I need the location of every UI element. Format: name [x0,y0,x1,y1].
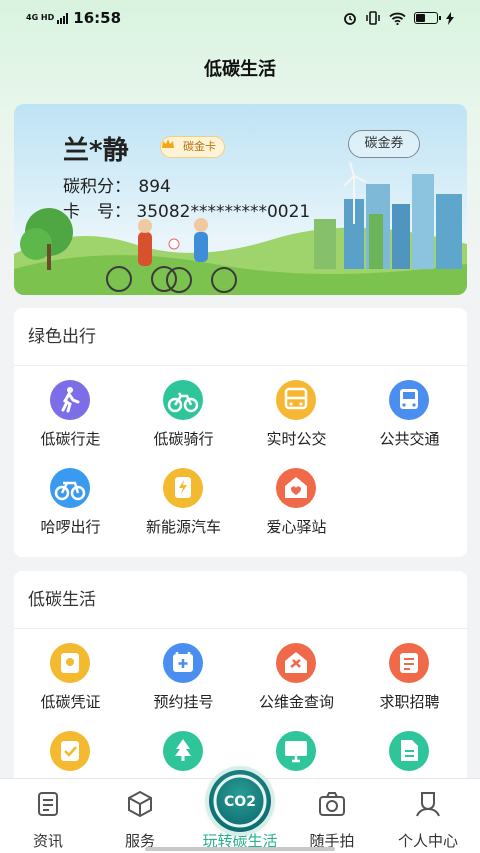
low-carbon-item-label: 公维金查询 [258,693,334,711]
user-name: 兰*静 [63,136,129,166]
vibrate-icon [366,11,380,25]
low-carbon-life-title: 低碳生活 [14,571,467,629]
low-carbon-item-tile[interactable]: 求职招聘 [353,629,466,717]
home-indicator [145,847,335,851]
card-number-value: 35082*********0021 [136,202,311,222]
nav-news-label: 资讯 [32,832,63,850]
cube-icon [128,790,152,818]
green-travel-section: 绿色出行 低碳行走 低碳骑行 实时公交 公共交通哈啰出行 新能源汽车 爱心驿站 [14,308,467,557]
green-travel-item-tile[interactable]: 爱心驿站 [240,454,353,542]
battery-icon [414,12,441,24]
wifi-icon [389,12,406,25]
green-travel-title: 绿色出行 [14,308,467,366]
green-travel-item-tile[interactable]: 新能源汽车 [127,454,240,542]
tree-icon [163,731,203,771]
crown-icon [162,139,174,148]
nav-profile-label: 个人中心 [397,832,458,850]
low-carbon-item-label: 求职招聘 [379,693,440,711]
network-indicator: 4G HD [26,13,55,22]
points-label: 碳积分： [63,177,131,197]
co2-button[interactable]: CO2 [209,770,271,832]
green-travel-item-label: 哈啰出行 [40,518,101,536]
nav-news[interactable]: 资讯 [0,779,96,853]
low-carbon-item-tile[interactable]: 预约挂号 [127,629,240,717]
public-transport-icon [389,380,429,420]
camera-icon [319,792,345,816]
status-time: 16:58 [73,9,122,27]
monitor-icon [276,731,316,771]
nav-service[interactable]: 服务 [92,779,188,853]
news-icon [38,792,58,816]
page-title: 低碳生活 [204,59,276,80]
nav-profile[interactable]: 个人中心 [380,779,476,853]
house-tools-icon [276,643,316,683]
checklist-icon [50,731,90,771]
card-number-row: 卡 号： 35082*********0021 [63,197,310,222]
user-icon [416,792,440,817]
carbon-card[interactable]: 兰*静 碳金卡 碳金券 碳积分： 894 卡 号： 35082*********… [14,104,467,295]
low-carbon-item-tile[interactable]: 低碳凭证 [14,629,127,717]
alarm-icon [344,13,356,25]
green-travel-item-tile[interactable]: 低碳骑行 [127,366,240,454]
document-icon [389,731,429,771]
badge-label: 碳金卡 [183,140,216,153]
card-number-label: 卡 号： [63,202,131,222]
green-travel-item-label: 低碳骑行 [153,430,214,448]
walking-icon [50,380,90,420]
carbon-coupon-button[interactable]: 碳金券 [348,130,420,158]
low-carbon-item-tile[interactable]: 公维金查询 [240,629,353,717]
low-carbon-life-section: 低碳生活 低碳凭证 预约挂号 公维金查询 求职招聘 [14,571,467,801]
bus-realtime-icon [276,380,316,420]
bike-icon [163,380,203,420]
green-travel-item-label: 低碳行走 [40,430,101,448]
green-travel-item-label: 新能源汽车 [145,518,221,536]
co2-icon: CO2 [213,774,267,828]
points-row: 碳积分： 894 [63,172,171,197]
certificate-icon [50,643,90,683]
nav-snapshot[interactable]: 随手拍 [284,779,380,853]
co2-label: CO2 [224,794,256,810]
green-travel-item-label: 爱心驿站 [266,518,327,536]
recruit-icon [389,643,429,683]
charging-icon [446,11,454,25]
green-travel-item-tile[interactable]: 哈啰出行 [14,454,127,542]
green-travel-item-tile[interactable]: 实时公交 [240,366,353,454]
points-value: 894 [138,177,171,197]
status-bar: 4G HD 16:58 [0,0,480,36]
calendar-plus-icon [163,643,203,683]
signal-icon [57,12,69,24]
hello-bike-icon [50,468,90,508]
ev-charging-icon [163,468,203,508]
green-travel-item-tile[interactable]: 公共交通 [353,366,466,454]
green-travel-item-label: 公共交通 [379,430,440,448]
card-level-badge: 碳金卡 [160,136,225,158]
green-travel-item-label: 实时公交 [266,430,327,448]
low-carbon-item-label: 低碳凭证 [40,693,101,711]
love-station-icon [276,468,316,508]
green-travel-item-tile[interactable]: 低碳行走 [14,366,127,454]
low-carbon-item-label: 预约挂号 [153,693,214,711]
